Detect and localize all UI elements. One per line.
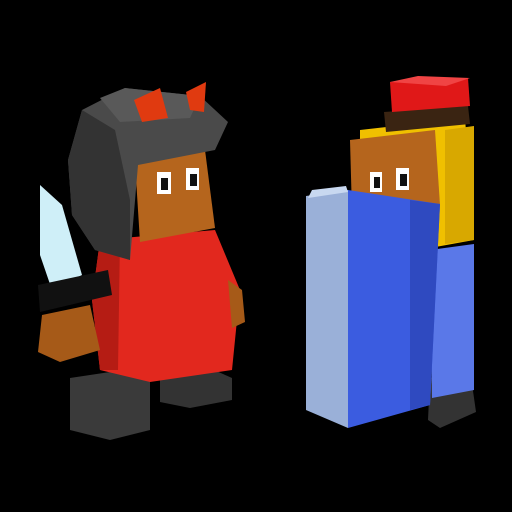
knight-hair-shade — [445, 126, 474, 244]
warrior-pupil-right — [190, 174, 197, 186]
knight-pupil-left — [374, 177, 380, 188]
warrior-left-boot — [70, 372, 150, 440]
warrior-face — [135, 150, 215, 242]
game-viewport — [0, 0, 512, 512]
shield-side — [306, 190, 348, 428]
knight-pupil-right — [400, 174, 407, 186]
warrior-pupil-left — [161, 178, 168, 190]
game-scene — [0, 0, 512, 512]
